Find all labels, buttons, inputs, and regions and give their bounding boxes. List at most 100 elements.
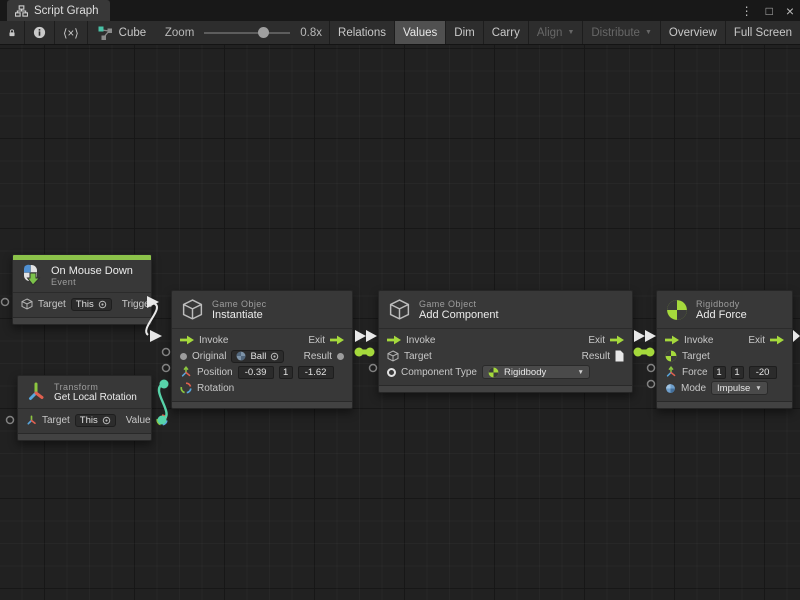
target-port-label: Target [404,351,432,362]
force-mode-port-icon[interactable] [665,383,676,394]
component-result-port-icon[interactable] [615,350,624,362]
position-x-field[interactable]: -0.39 [238,366,274,379]
tab-bar: Script Graph ⋮ □ × [0,0,800,21]
force-y-field[interactable]: 1 [731,366,744,379]
component-type-dropdown[interactable]: Rigidbody ▼ [482,365,590,379]
rigidbody-icon [666,299,688,321]
position-y-field[interactable]: 1 [279,366,293,379]
invoke-exec-port-icon[interactable] [387,335,401,345]
object-picker-icon[interactable] [102,416,111,425]
node-title: Add Component [419,309,499,321]
node-get-local-rotation[interactable]: Transform Get Local Rotation Target This [17,375,152,441]
force-mode-dropdown[interactable]: Impulse ▼ [711,381,768,395]
trigger-port-label: Trigger [122,299,153,310]
node-subtitle: Event [51,277,133,287]
node-on-mouse-down[interactable]: On Mouse Down Event Target This Trigge [12,254,152,325]
result-port-label: Result [582,351,610,362]
rigidbody-icon [488,367,499,378]
carry-button[interactable]: Carry [484,21,529,44]
mouse-down-icon [21,264,43,288]
object-picker-icon[interactable] [98,300,107,309]
result-port-label: Result [304,351,332,362]
force-vector-port-icon[interactable] [665,366,677,378]
dropdown-caret-icon: ▼ [755,385,761,392]
force-port-label: Force [682,367,708,378]
info-icon [33,26,46,39]
value-port-label: Value [126,415,151,426]
gameobject-port-icon[interactable] [387,350,399,362]
object-picker-icon[interactable] [270,352,279,361]
zoom-value: 0.8x [300,27,322,39]
result-port-icon[interactable] [337,353,344,360]
lock-button[interactable] [0,21,25,44]
target-value-chip[interactable]: This [75,414,116,427]
distribute-button[interactable]: Distribute ▼ [583,21,661,44]
position-port-icon[interactable] [180,366,192,378]
original-value-chip[interactable]: Ball [231,350,284,363]
inspect-button[interactable] [25,21,55,44]
value-connection-result-target-2 [634,348,655,357]
node-add-component[interactable]: Game Object Add Component Invoke Exit [378,290,633,393]
fit-icon: ⟨×⟩ [63,26,79,40]
dim-button[interactable]: Dim [446,21,483,44]
values-button[interactable]: Values [395,21,446,44]
graph-canvas[interactable]: On Mouse Down Event Target This Trigge [0,45,800,600]
full-screen-button[interactable]: Full Screen [726,21,800,44]
component-type-port-icon[interactable] [387,368,396,377]
zoom-label: Zoom [165,27,194,39]
node-instantiate[interactable]: Game Objec Instantiate Invoke Exit Origi… [171,290,353,409]
zoom-slider-thumb[interactable] [258,27,269,38]
rotation-port-icon[interactable] [156,414,168,426]
invoke-exec-port-icon[interactable] [665,335,679,345]
fit-to-window-button[interactable]: ⟨×⟩ [55,21,88,44]
exit-exec-port-icon[interactable] [610,335,624,345]
node-title: Instantiate [212,309,267,321]
window-close-icon[interactable]: × [786,4,794,18]
node-title: Add Force [696,309,747,321]
node-category: Rigidbody [696,299,747,309]
gameobject-cube-icon [388,298,411,322]
rigidbody-port-icon[interactable] [665,350,677,362]
zoom-control: Zoom 0.8x [159,21,328,44]
invoke-exec-port-icon[interactable] [180,335,194,345]
rotation-port-icon[interactable] [180,382,192,394]
exec-connection-addcomponent-addforce [634,330,656,342]
node-title: On Mouse Down [51,265,133,277]
node-title: Get Local Rotation [54,392,137,403]
window-maximize-icon[interactable]: □ [766,5,773,17]
exit-port-label: Exit [588,335,605,346]
exit-exec-port-icon[interactable] [770,335,784,345]
target-port-label: Target [38,299,66,310]
position-z-field[interactable]: -1.62 [298,366,334,379]
align-button[interactable]: Align ▼ [529,21,584,44]
node-category: Game Object [419,299,499,309]
transform-icon [26,381,46,403]
tab-script-graph[interactable]: Script Graph [7,0,110,21]
transform-port-icon[interactable] [26,415,37,426]
position-port-label: Position [197,367,233,378]
graph-owner[interactable]: Cube [92,21,153,44]
gameobject-port-icon[interactable] [21,298,33,310]
graph-toolbar: ⟨×⟩ Cube Zoom 0.8x Relations Values [0,21,800,45]
node-category: Game Objec [212,299,267,309]
distribute-caret-icon: ▼ [645,29,652,36]
target-value-chip[interactable]: This [71,298,112,311]
force-z-field[interactable]: -20 [749,366,777,379]
dropdown-caret-icon: ▼ [578,369,584,376]
script-graph-window: Script Graph ⋮ □ × ⟨×⟩ [0,0,800,600]
exec-connection-instantiate-addcomponent [355,330,377,342]
node-add-force[interactable]: Rigidbody Add Force Invoke Exit Tar [656,290,793,409]
gameobject-cube-icon [181,298,204,322]
window-menu-icon[interactable]: ⋮ [741,5,753,17]
force-x-field[interactable]: 1 [713,366,726,379]
graph-hierarchy-icon [15,5,28,17]
tab-label: Script Graph [34,5,99,17]
exit-exec-port-icon[interactable] [330,335,344,345]
original-port-icon[interactable] [180,353,187,360]
zoom-slider[interactable] [204,32,290,34]
relations-button[interactable]: Relations [330,21,395,44]
invoke-port-label: Invoke [684,335,713,346]
original-port-label: Original [192,351,226,362]
ball-object-icon [236,351,246,361]
overview-button[interactable]: Overview [661,21,726,44]
